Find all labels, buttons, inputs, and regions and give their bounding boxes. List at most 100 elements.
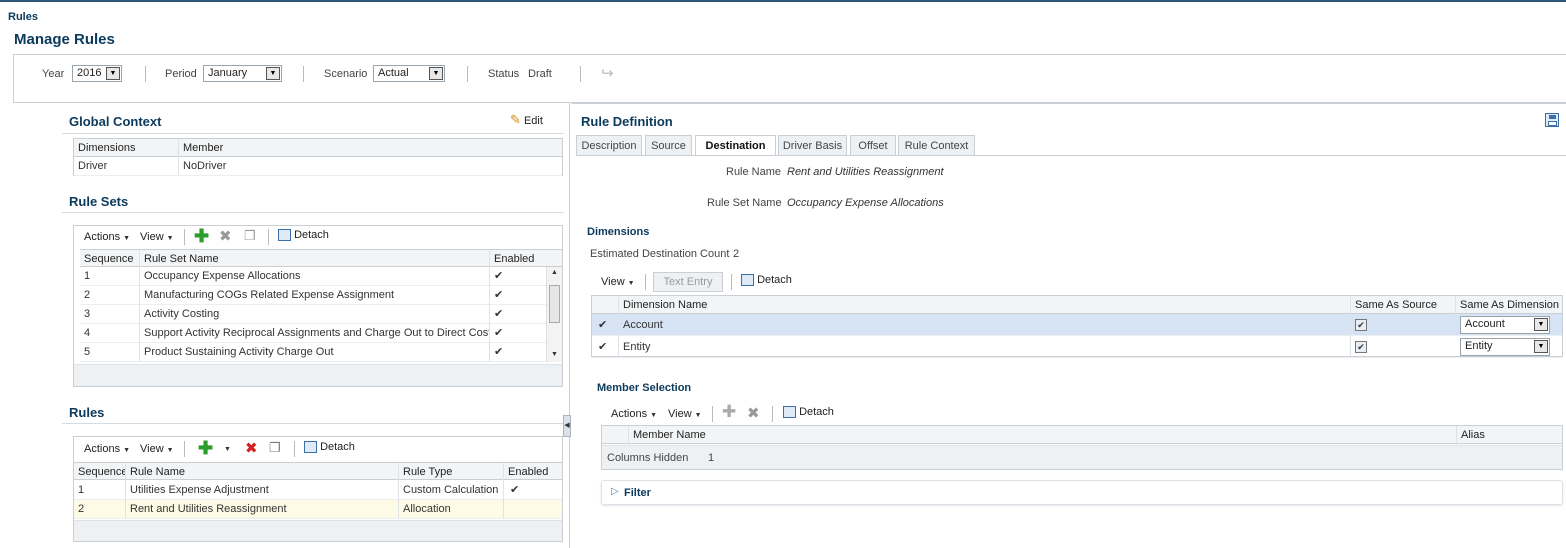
col-rule-name[interactable]: Rule Name [126,463,399,482]
estimated-count-label: Estimated Destination Count [590,248,730,260]
col-sequence[interactable]: Sequence [74,463,126,482]
same-as-dimension-select[interactable]: Entity ▼ [1460,338,1550,356]
type-cell: Custom Calculation [399,481,504,500]
view-menu[interactable]: View ▼ [140,443,174,455]
tab-description[interactable]: Description [576,135,642,156]
table-row[interactable]: 3 Activity Costing ✔ [80,305,546,324]
table-header: Dimension Name Same As Source Same As Di… [592,296,1562,315]
tab-source[interactable]: Source [645,135,692,156]
tab-destination[interactable]: Destination [695,135,776,156]
table-row-selected[interactable]: ✔ Account ✔ Account ▼ [592,314,1562,336]
col-dimension-name[interactable]: Dimension Name [619,296,1351,315]
detach-button[interactable]: Detach [278,229,329,242]
col-member[interactable]: Member [179,139,562,158]
detach-button[interactable]: Detach [783,406,834,419]
view-menu[interactable]: View ▼ [140,231,174,243]
detach-icon [278,229,291,242]
add-icon[interactable]: ✚ [194,226,209,247]
add-icon[interactable]: ✚ [722,402,736,422]
same-as-source-checkbox[interactable]: ✔ [1355,319,1367,331]
status-label: Status [488,68,520,80]
col-member-name[interactable]: Member Name [629,426,1457,445]
divider [184,441,185,457]
actions-menu[interactable]: Actions ▼ [84,231,130,243]
detach-button[interactable]: Detach [741,274,792,287]
table-row[interactable]: 2 Manufacturing COGs Related Expense Ass… [80,286,546,305]
period-select[interactable]: January ▼ [203,65,282,82]
delete-icon[interactable]: ✖ [245,439,258,457]
page-title: Manage Rules [14,31,115,48]
duplicate-icon[interactable]: ❐ [244,228,256,244]
seq-cell: 1 [80,267,140,286]
dimensions-title: Dimensions [587,226,650,238]
text-entry-button[interactable]: Text Entry [653,272,723,292]
col-alias[interactable]: Alias [1457,426,1562,445]
divider [712,406,713,422]
col-same-as-dimension[interactable]: Same As Dimension [1456,296,1562,315]
divider [294,441,295,457]
rule-name-label: Rule Name [726,166,782,178]
actions-menu[interactable]: Actions ▼ [611,408,657,420]
global-context-table: Dimensions Member Driver NoDriver [73,138,563,176]
scrollbar[interactable]: ▲ ▼ [546,267,562,362]
filter-section[interactable]: ▷ Filter [601,480,1563,505]
type-cell: Allocation [399,500,504,519]
col-same-as-source[interactable]: Same As Source [1351,296,1456,315]
dimension-name-cell: Account [619,314,1351,336]
save-icon[interactable] [1545,113,1559,127]
dimensions-table: Dimension Name Same As Source Same As Di… [591,295,1563,358]
edit-button[interactable]: ✎ Edit [510,112,543,128]
rule-sets-panel: Actions ▼ View ▼ ✚ ✖ ❐ Detach Sequence Rul… [73,225,563,387]
name-cell: Utilities Expense Adjustment [126,481,399,500]
delete-icon[interactable]: ✖ [219,227,232,245]
same-as-source-checkbox[interactable]: ✔ [1355,341,1367,353]
col-enabled[interactable]: Enabled [504,463,562,482]
col-rule-type[interactable]: Rule Type [399,463,504,482]
table-row[interactable]: 4 Support Activity Reciprocal Assignment… [80,324,546,343]
tab-rule-context[interactable]: Rule Context [898,135,975,156]
scroll-down-icon[interactable]: ▼ [551,351,558,358]
divider [645,274,646,290]
pencil-icon: ✎ [510,112,521,127]
seq-cell: 2 [80,286,140,305]
scrollbar-thumb[interactable] [549,285,560,323]
year-select[interactable]: 2016 ▼ [72,65,122,82]
breadcrumb[interactable]: Rules [8,11,38,23]
chevron-down-icon[interactable]: ▼ [224,446,231,453]
splitter[interactable] [569,103,570,548]
divider [268,229,269,245]
table-row-selected[interactable]: 2 Rent and Utilities Reassignment Alloca… [74,500,562,519]
tab-offset[interactable]: Offset [850,135,896,156]
seq-cell: 1 [74,481,126,500]
columns-hidden-value: 1 [708,452,715,464]
chevron-down-icon: ▼ [429,67,443,80]
view-menu[interactable]: View ▼ [601,276,635,288]
table-row[interactable]: ✔ Entity ✔ Entity ▼ [592,336,1562,358]
redo-icon[interactable]: ↪ [601,64,614,82]
member-selection-table: Member Name Alias Columns Hidden 1 [601,425,1563,470]
same-as-dimension-select[interactable]: Account ▼ [1460,316,1550,334]
tab-driver-basis[interactable]: Driver Basis [778,135,847,156]
table-row[interactable]: 1 Utilities Expense Adjustment Custom Ca… [74,481,562,500]
detach-button[interactable]: Detach [304,441,355,454]
name-cell: Manufacturing COGs Related Expense Assig… [140,286,490,305]
expand-icon[interactable]: ▷ [611,486,619,497]
detach-icon [741,274,754,287]
scroll-up-icon[interactable]: ▲ [551,269,558,276]
table-row[interactable]: 5 Product Sustaining Activity Charge Out… [80,343,546,362]
col-dimensions[interactable]: Dimensions [74,139,179,158]
filter-title[interactable]: Filter [624,487,651,499]
table-row[interactable]: 1 Occupancy Expense Allocations ✔ [80,267,546,286]
divider [731,274,732,290]
view-menu[interactable]: View ▼ [668,408,702,420]
top-border [0,0,1566,2]
duplicate-icon[interactable]: ❐ [269,440,281,456]
rules-title: Rules [69,405,105,420]
table-row[interactable]: Driver NoDriver [74,157,562,176]
actions-menu[interactable]: Actions ▼ [84,443,130,455]
scenario-select[interactable]: Actual ▼ [373,65,445,82]
add-icon[interactable]: ✚ [198,438,213,459]
collapse-panel-icon[interactable]: ◀ [563,415,571,437]
enabled-check-icon: ✔ [494,308,504,320]
delete-icon[interactable]: ✖ [747,404,760,422]
